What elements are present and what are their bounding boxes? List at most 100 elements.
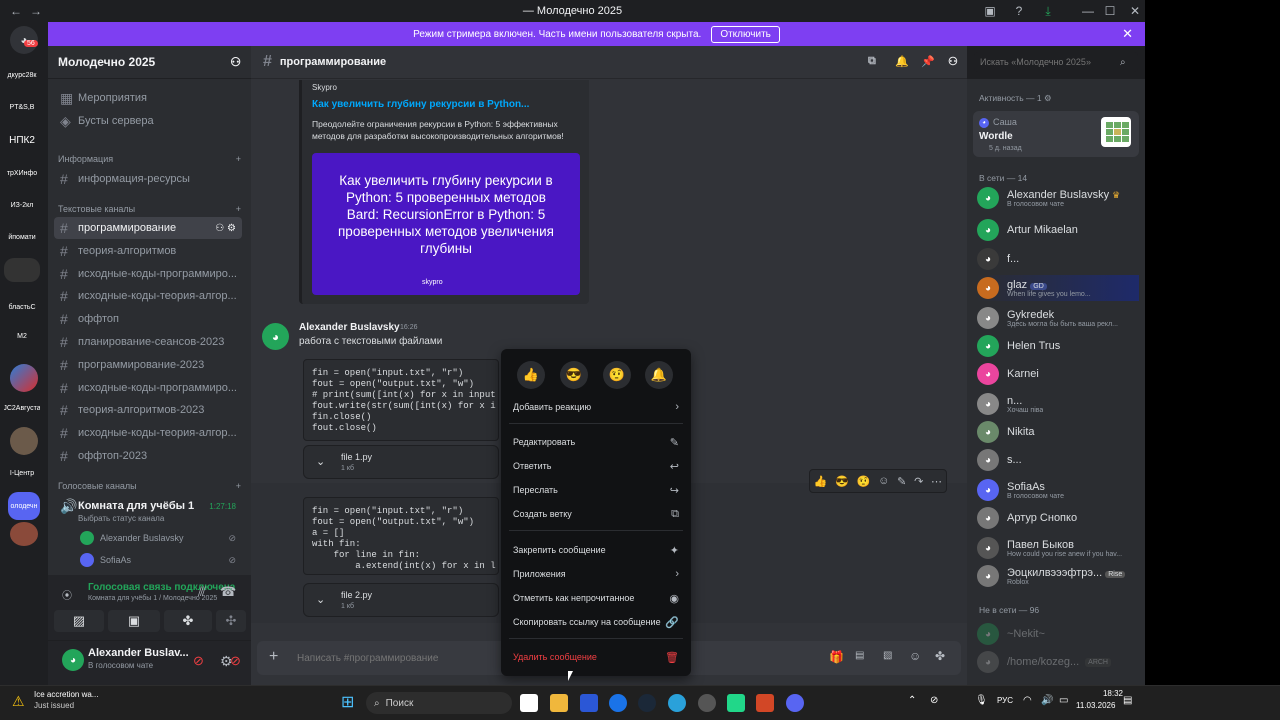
windows-start-icon[interactable]: ⊞ xyxy=(341,692,354,712)
server-icon[interactable]: JC2Августа xyxy=(4,396,40,420)
minimize-icon[interactable]: — xyxy=(1080,3,1096,19)
channel-item[interactable]: # исходные-коды-теория-алгор... xyxy=(54,422,242,444)
notification-icon[interactable]: ▤ xyxy=(1123,695,1132,706)
volume-icon[interactable]: 🔊 xyxy=(1041,695,1053,706)
menu-edit[interactable]: Редактировать ✎ xyxy=(507,431,685,453)
sidebar-item-events[interactable]: ▦ Мероприятия xyxy=(54,87,242,109)
add-reaction-icon[interactable]: ☺ xyxy=(878,475,889,487)
sticker-icon[interactable]: ▧ xyxy=(883,650,892,661)
gift-icon[interactable]: 🎁 xyxy=(829,650,844,664)
menu-mark-unread[interactable]: Отметить как непрочитанное ◉ xyxy=(507,587,685,609)
server-icon[interactable]: I-Центр xyxy=(4,461,40,485)
weather-title[interactable]: Ice accretion wa... xyxy=(34,690,98,699)
sidebar-item-boosts[interactable]: ◈ Бусты сервера xyxy=(54,110,242,132)
warning-icon[interactable]: ⚠ xyxy=(12,693,25,710)
telegram-icon[interactable] xyxy=(668,694,686,712)
category-info[interactable]: Информация + xyxy=(58,154,241,164)
server-icon[interactable]: трХИнфо xyxy=(4,161,40,185)
user-name[interactable]: Alexander Buslav... xyxy=(88,647,189,659)
author-avatar[interactable]: ◕ xyxy=(262,323,289,350)
clock-time[interactable]: 18:32 xyxy=(1093,689,1123,698)
clock-date[interactable]: 11.03.2026 xyxy=(1076,701,1115,710)
embed-image[interactable]: Как увеличить глубину рекурсии в Python:… xyxy=(312,153,580,295)
search-input[interactable] xyxy=(980,57,1120,67)
category-voice[interactable]: Голосовые каналы + xyxy=(58,481,241,491)
powerpoint-icon[interactable] xyxy=(756,694,774,712)
inbox-icon[interactable]: ▣ xyxy=(982,3,998,19)
server-header[interactable]: Молодечно 2025 ⚇ xyxy=(48,46,251,79)
bell-icon[interactable]: 🔔 xyxy=(895,55,909,68)
discord-icon[interactable] xyxy=(786,694,804,712)
member-item[interactable]: ◕ Helen Trus xyxy=(977,333,1145,359)
forward-arrow-icon[interactable]: → xyxy=(28,3,44,19)
wifi-icon[interactable]: ◠ xyxy=(1023,695,1032,706)
chrome-icon[interactable] xyxy=(609,694,627,712)
network-off-icon[interactable]: ⊘ xyxy=(930,695,938,706)
channel-item[interactable]: # исходные-коды-программиро... xyxy=(54,263,242,285)
channel-item[interactable]: # планирование-сеансов-2023 xyxy=(54,331,242,353)
menu-pin[interactable]: Закрепить сообщение ✦ xyxy=(507,539,685,561)
search-box[interactable]: ⌕ xyxy=(974,52,1138,72)
channel-item[interactable]: # программирование ⚇ ⚙ xyxy=(54,217,242,239)
activity-card[interactable]: ◕ Саша Wordle 5 д. назад xyxy=(973,111,1139,157)
channel-item[interactable]: # информация-ресурсы xyxy=(54,168,242,190)
battery-icon[interactable]: ▭ xyxy=(1059,695,1068,706)
gif-icon[interactable]: ▤ xyxy=(855,650,864,661)
member-item[interactable]: ◕ Эоцкилвэээфтрэ... Rise Roblox xyxy=(977,563,1145,589)
member-item[interactable]: ◕ Gykredek Здесь могла бы быть ваша рекл..… xyxy=(977,305,1145,331)
settings-icon[interactable]: ⚙ xyxy=(220,653,233,670)
server-icon[interactable] xyxy=(10,522,38,546)
member-item[interactable]: ◕ s... xyxy=(977,447,1145,473)
quick-reaction-thumbs-up[interactable]: 👍 xyxy=(517,361,545,389)
channel-settings-icon[interactable]: ⚇ ⚙ xyxy=(215,223,236,234)
file-explorer-icon[interactable] xyxy=(550,694,568,712)
app-icon[interactable] xyxy=(698,694,716,712)
threads-icon[interactable]: ⧉ xyxy=(868,55,876,68)
edit-icon[interactable]: ✎ xyxy=(897,475,906,488)
signal-icon[interactable]: ⦿ xyxy=(62,587,72,602)
activities-button[interactable]: ✤ xyxy=(164,610,212,632)
soundboard-button[interactable]: ✣ xyxy=(216,610,246,632)
save-icon[interactable] xyxy=(580,694,598,712)
disconnect-icon[interactable]: ☎ xyxy=(220,584,236,600)
server-icon[interactable]: М2 xyxy=(4,324,40,348)
channel-item[interactable]: # оффтоп xyxy=(54,308,242,330)
disable-streamer-button[interactable]: Отключить xyxy=(711,25,780,43)
member-item[interactable]: ◕ glaz GD When life gives you lemo... xyxy=(977,275,1139,301)
quick-reaction-sunglasses[interactable]: 😎 xyxy=(560,361,588,389)
mic-muted-icon[interactable]: ⊘ xyxy=(193,653,204,669)
voice-status-link[interactable]: Выбрать статус канала xyxy=(78,514,164,523)
member-list-icon[interactable]: ⚇ xyxy=(948,55,958,68)
channel-item[interactable]: # оффтоп-2023 xyxy=(54,445,242,467)
emoji-icon[interactable]: ☺ xyxy=(909,649,921,663)
plus-icon[interactable]: + xyxy=(236,204,241,214)
file-name[interactable]: file 1.py xyxy=(341,452,372,462)
chevron-up-icon[interactable]: ⌃ xyxy=(908,695,916,706)
member-item[interactable]: ◕ Артур Снопко xyxy=(977,505,1145,531)
quick-reaction-bell[interactable]: 🔔 xyxy=(645,361,673,389)
server-icon[interactable] xyxy=(10,427,38,455)
server-icon[interactable]: НПК2 xyxy=(4,128,40,152)
gear-icon[interactable]: ⚙ xyxy=(1044,93,1052,103)
voice-user[interactable]: SofiaAs ⊘ xyxy=(54,549,242,571)
member-item[interactable]: ◕ SofiaAs В голосовом чате xyxy=(977,477,1145,503)
apps-icon[interactable]: ✤ xyxy=(935,649,945,663)
help-icon[interactable]: ? xyxy=(1011,3,1027,19)
menu-forward[interactable]: Переслать ↪ xyxy=(507,479,685,501)
member-item[interactable]: ◕ f... xyxy=(977,246,1145,272)
server-icon[interactable] xyxy=(10,364,38,392)
channel-item[interactable]: # теория-алгоритмов-2023 xyxy=(54,399,242,421)
plus-icon[interactable]: + xyxy=(236,481,241,491)
menu-delete[interactable]: Удалить сообщение 🗑 xyxy=(507,646,685,668)
menu-apps[interactable]: Приложения › xyxy=(507,563,685,585)
add-member-icon[interactable]: ⚇ xyxy=(230,55,241,69)
embed-title[interactable]: Как увеличить глубину рекурсии в Python.… xyxy=(312,99,529,110)
member-item[interactable]: ◕ Павел Быков How could you rise anew if y… xyxy=(977,535,1145,561)
server-icon[interactable]: PT&S,B xyxy=(4,95,40,119)
channel-item[interactable]: # программирование-2023 xyxy=(54,354,242,376)
file-attachment-1[interactable]: ⌄ file 1.py 1 кб xyxy=(303,445,499,479)
download-icon[interactable]: ⤓ xyxy=(1040,3,1056,19)
chevron-down-icon[interactable]: ⌄ xyxy=(316,593,325,606)
mic-icon[interactable]: 🎙 xyxy=(975,695,988,706)
camera-button[interactable]: ▨ xyxy=(54,610,104,632)
